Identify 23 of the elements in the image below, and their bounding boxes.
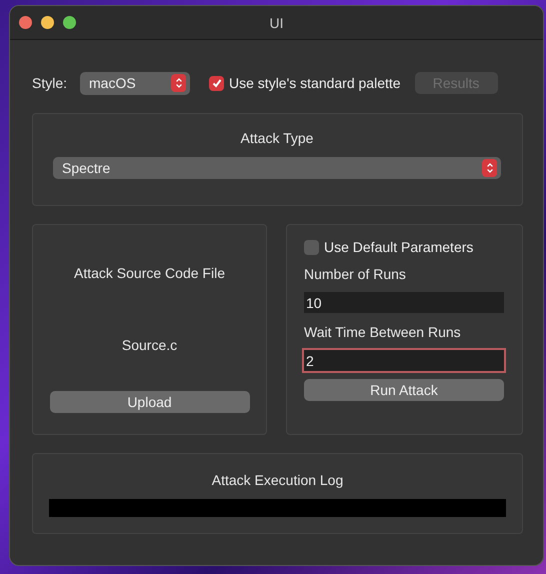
group-title: Attack Execution Log [212, 472, 344, 488]
close-button[interactable] [19, 16, 32, 29]
dropdown[interactable]: Spectre [53, 157, 501, 179]
group-title: Attack Source Code File [74, 265, 225, 281]
minimize-button[interactable] [41, 16, 54, 29]
window-title: UI [268, 14, 284, 30]
input-field[interactable]: 2 [302, 348, 506, 373]
checkbox-label[interactable]: Use Default Parameters [324, 239, 474, 255]
file-name: Source.c [122, 337, 178, 353]
checkbox[interactable] [304, 240, 319, 254]
zoom-button[interactable] [63, 16, 76, 29]
input-field[interactable]: 10 [304, 292, 504, 313]
stepper-icon [482, 159, 497, 177]
style-label: Style: [32, 75, 68, 91]
run-attack-button[interactable]: Run Attack [304, 379, 504, 401]
field-label: Number of Runs [304, 266, 407, 282]
stepper-icon [171, 74, 186, 92]
dropdown[interactable]: macOS [80, 72, 190, 94]
checkbox-label[interactable]: Use style's standard palette [229, 75, 401, 91]
checkbox[interactable] [209, 76, 224, 90]
group-title: Attack Type [240, 130, 314, 146]
field-label: Wait Time Between Runs [304, 324, 462, 340]
upload-button[interactable]: Upload [50, 391, 250, 413]
